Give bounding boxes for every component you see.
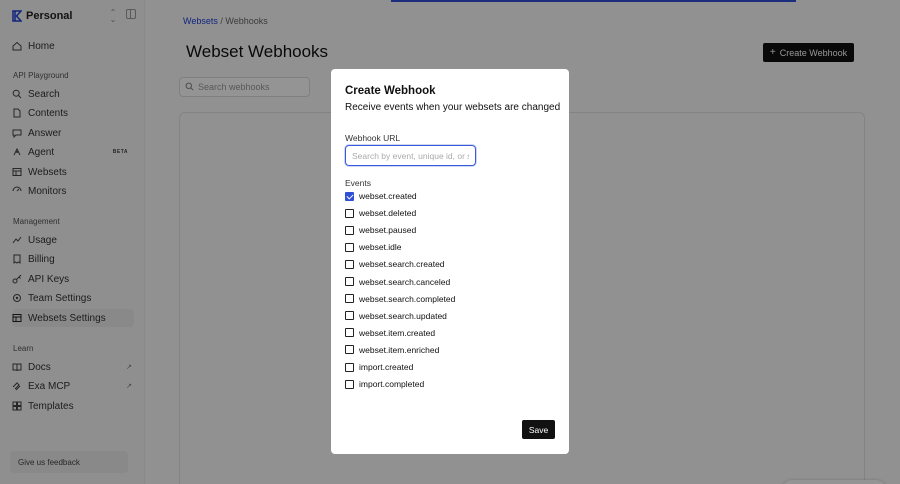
- checkbox[interactable]: [345, 294, 354, 304]
- event-option[interactable]: webset.created: [345, 190, 417, 202]
- webhook-url-input[interactable]: [345, 145, 476, 166]
- events-label: Events: [345, 178, 371, 188]
- webhook-url-label: Webhook URL: [345, 133, 401, 143]
- modal-subtitle: Receive events when your websets are cha…: [345, 102, 561, 113]
- event-option-label: webset.search.canceled: [359, 276, 451, 287]
- event-option-label: webset.search.updated: [359, 310, 447, 321]
- event-option[interactable]: webset.idle: [345, 241, 402, 253]
- modal-title: Create Webhook: [345, 85, 436, 97]
- checkbox[interactable]: [345, 345, 354, 355]
- event-option[interactable]: webset.search.created: [345, 258, 445, 270]
- checkbox[interactable]: [345, 208, 354, 218]
- event-option[interactable]: webset.search.canceled: [345, 276, 450, 288]
- event-option[interactable]: import.created: [345, 361, 413, 373]
- checkbox[interactable]: [345, 242, 354, 252]
- checkbox[interactable]: [345, 328, 354, 338]
- event-option-label: webset.item.created: [359, 327, 436, 338]
- checkbox[interactable]: [345, 362, 354, 372]
- event-option-label: webset.paused: [359, 225, 417, 236]
- create-webhook-modal: Create Webhook Receive events when your …: [331, 69, 569, 454]
- checkbox[interactable]: [345, 311, 354, 321]
- checkbox[interactable]: [345, 225, 354, 235]
- event-option[interactable]: webset.item.created: [345, 327, 435, 339]
- event-option-label: import.completed: [359, 379, 425, 390]
- event-option[interactable]: webset.deleted: [345, 207, 416, 219]
- event-option-label: webset.search.created: [359, 259, 445, 270]
- event-option[interactable]: import.completed: [345, 378, 424, 390]
- checkbox[interactable]: [345, 259, 354, 269]
- event-option-label: webset.item.enriched: [359, 344, 440, 355]
- checkbox[interactable]: [345, 379, 354, 389]
- event-option-label: webset.idle: [359, 242, 402, 253]
- event-option[interactable]: webset.search.updated: [345, 310, 447, 322]
- event-option[interactable]: webset.paused: [345, 224, 416, 236]
- event-option-label: webset.created: [359, 191, 417, 201]
- event-option[interactable]: webset.item.enriched: [345, 344, 439, 356]
- event-option-label: webset.deleted: [359, 208, 417, 219]
- event-option[interactable]: webset.search.completed: [345, 293, 455, 305]
- save-button[interactable]: Save: [522, 420, 555, 439]
- checkbox[interactable]: [345, 277, 354, 286]
- event-option-label: webset.search.completed: [359, 293, 456, 304]
- event-option-label: import.created: [359, 362, 414, 372]
- checkbox-checked[interactable]: [345, 191, 354, 201]
